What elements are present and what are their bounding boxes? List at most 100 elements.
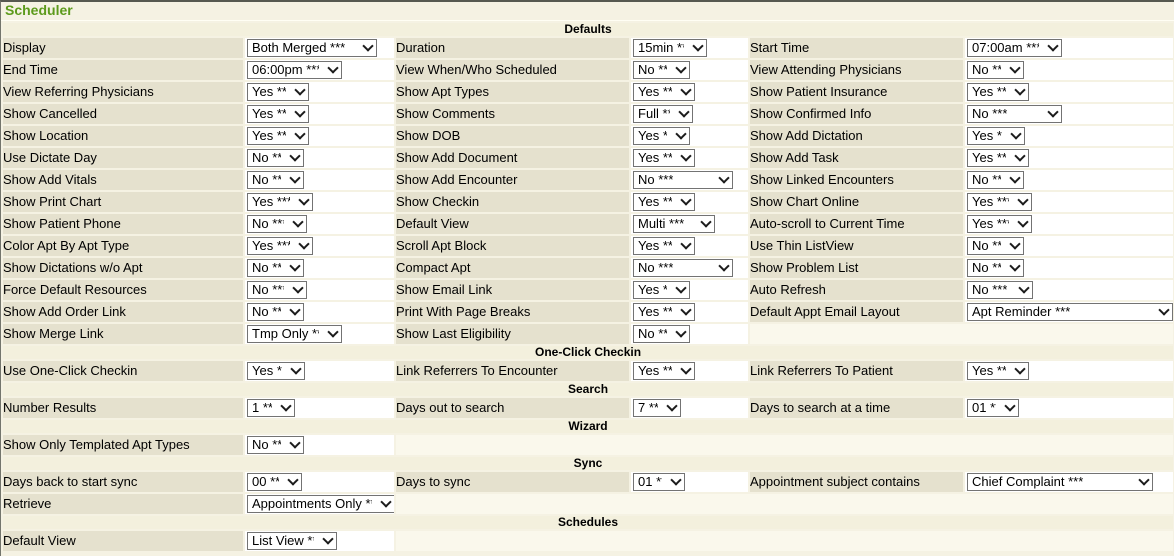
- field-label-show-email-link: Show Email Link: [396, 280, 629, 300]
- chevron-down-icon: [1009, 63, 1020, 74]
- select-default-view[interactable]: List View ***: [247, 532, 337, 550]
- select-show-apt-types[interactable]: Yes ***: [633, 83, 695, 101]
- field-label-show-add-vitals: Show Add Vitals: [3, 170, 243, 190]
- select-show-comments[interactable]: Full ***: [633, 105, 693, 123]
- select-show-problem-list[interactable]: No ***: [967, 259, 1024, 277]
- field-control-cell: No ***: [631, 170, 748, 190]
- select-value: Yes ***: [252, 84, 286, 99]
- select-auto-scroll-to-current-time[interactable]: Yes ***: [967, 215, 1032, 233]
- select-value: No ***: [972, 238, 1001, 253]
- select-duration[interactable]: 15min ***: [633, 39, 707, 57]
- field-control-cell: Tmp Only ***: [245, 324, 394, 344]
- select-show-add-dictation[interactable]: Yes **: [967, 127, 1025, 145]
- select-show-linked-encounters[interactable]: No ***: [967, 171, 1024, 189]
- select-show-checkin[interactable]: Yes ***: [633, 193, 695, 211]
- select-show-add-order-link[interactable]: No ***: [247, 303, 304, 321]
- field-label-days-to-sync: Days to sync: [396, 472, 629, 492]
- select-use-one-click-checkin[interactable]: Yes **: [247, 362, 305, 380]
- select-end-time[interactable]: 06:00pm ***: [247, 61, 342, 79]
- select-show-patient-insurance[interactable]: Yes ***: [967, 83, 1029, 101]
- select-view-when-who-scheduled[interactable]: No ***: [633, 61, 690, 79]
- chevron-down-icon: [294, 107, 305, 118]
- select-days-out-to-search[interactable]: 7 ***: [633, 399, 681, 417]
- chevron-down-icon: [1047, 107, 1058, 118]
- select-value: No ***: [252, 172, 281, 187]
- select-force-default-resources[interactable]: No ***: [247, 281, 307, 299]
- select-default-appt-email-layout[interactable]: Apt Reminder ***: [967, 303, 1173, 321]
- select-show-cancelled[interactable]: Yes ***: [247, 105, 309, 123]
- chevron-down-icon: [680, 364, 691, 375]
- select-link-referrers-to-patient[interactable]: Yes ***: [967, 362, 1029, 380]
- select-show-patient-phone[interactable]: No ***: [247, 215, 307, 233]
- select-days-to-search-at-a-time[interactable]: 01 ***: [967, 399, 1019, 417]
- select-print-with-page-breaks[interactable]: Yes ***: [633, 303, 695, 321]
- select-show-add-task[interactable]: Yes ***: [967, 149, 1029, 167]
- field-control-cell: No ***: [245, 435, 394, 455]
- field-control-cell: 01 ***: [965, 398, 1173, 418]
- scheduler-settings-page: Scheduler DefaultsDisplayBoth Merged ***…: [0, 0, 1174, 556]
- chevron-down-icon: [298, 195, 309, 206]
- chevron-down-icon: [1014, 364, 1025, 375]
- settings-row: Days back to start sync00 ***Days to syn…: [3, 472, 1173, 492]
- field-control-cell: 1 ***: [245, 398, 394, 418]
- select-show-dob[interactable]: Yes **: [633, 127, 690, 145]
- select-retrieve[interactable]: Appointments Only ***: [247, 495, 394, 513]
- field-control-cell: Chief Complaint ***: [965, 472, 1173, 492]
- chevron-down-icon: [1158, 305, 1169, 316]
- select-show-location[interactable]: Yes ***: [247, 127, 309, 145]
- select-color-apt-by-apt-type[interactable]: Yes ***: [247, 237, 313, 255]
- field-label-show-dictations-w-o-apt: Show Dictations w/o Apt: [3, 258, 243, 278]
- select-days-to-sync[interactable]: 01 ***: [633, 473, 685, 491]
- select-show-last-eligibility[interactable]: No ***: [633, 325, 690, 343]
- field-label-default-view: Default View: [3, 531, 243, 551]
- field-label-show-cancelled: Show Cancelled: [3, 104, 243, 124]
- select-show-email-link[interactable]: Yes **: [633, 281, 690, 299]
- select-show-add-document[interactable]: Yes ***: [633, 149, 695, 167]
- select-show-add-encounter[interactable]: No ***: [633, 171, 733, 189]
- select-show-only-templated-apt-types[interactable]: No ***: [247, 436, 304, 454]
- chevron-down-icon: [1018, 283, 1029, 294]
- settings-row: Show Print ChartYes ***Show CheckinYes *…: [3, 192, 1173, 212]
- select-value: Yes ***: [638, 150, 672, 165]
- select-view-attending-physicians[interactable]: No ***: [967, 61, 1024, 79]
- select-value: Appointments Only ***: [252, 496, 372, 511]
- field-control-cell: Both Merged ***: [245, 38, 394, 58]
- select-use-dictate-day[interactable]: No ***: [247, 149, 304, 167]
- select-days-back-to-start-sync[interactable]: 00 ***: [247, 473, 302, 491]
- chevron-down-icon: [287, 475, 298, 486]
- field-label-show-checkin: Show Checkin: [396, 192, 629, 212]
- select-scroll-apt-block[interactable]: Yes ***: [633, 237, 695, 255]
- select-auto-refresh[interactable]: No ***: [967, 281, 1033, 299]
- field-label-retrieve: Retrieve: [3, 494, 243, 514]
- field-label-show-last-eligibility: Show Last Eligibility: [396, 324, 629, 344]
- select-display[interactable]: Both Merged ***: [247, 39, 377, 57]
- field-control-cell: 06:00pm ***: [245, 60, 394, 80]
- chevron-down-icon: [280, 401, 291, 412]
- select-show-print-chart[interactable]: Yes ***: [247, 193, 313, 211]
- settings-row: End Time06:00pm ***View When/Who Schedul…: [3, 60, 1173, 80]
- select-start-time[interactable]: 07:00am ***: [967, 39, 1062, 57]
- field-control-cell: No ***: [965, 236, 1173, 256]
- select-value: No ***: [252, 304, 281, 319]
- select-default-view[interactable]: Multi ***: [633, 215, 715, 233]
- field-label-appointment-subject-contains: Appointment subject contains: [750, 472, 963, 492]
- select-link-referrers-to-encounter[interactable]: Yes ***: [633, 362, 695, 380]
- select-value: No ***: [972, 282, 1007, 297]
- select-use-thin-listview[interactable]: No ***: [967, 237, 1024, 255]
- chevron-down-icon: [1017, 195, 1028, 206]
- field-control-cell: List View ***: [245, 531, 394, 551]
- select-show-merge-link[interactable]: Tmp Only ***: [247, 325, 342, 343]
- chevron-down-icon: [675, 327, 686, 338]
- select-show-dictations-w-o-apt[interactable]: No ***: [247, 259, 304, 277]
- chevron-down-icon: [675, 129, 686, 140]
- select-show-confirmed-info[interactable]: No ***: [967, 105, 1062, 123]
- select-show-add-vitals[interactable]: No ***: [247, 171, 304, 189]
- select-value: Yes **: [638, 282, 667, 297]
- select-show-chart-online[interactable]: Yes ***: [967, 193, 1032, 211]
- select-number-results[interactable]: 1 ***: [247, 399, 295, 417]
- field-control-cell: No ***: [245, 302, 394, 322]
- select-appointment-subject-contains[interactable]: Chief Complaint ***: [967, 473, 1153, 491]
- select-compact-apt[interactable]: No ***: [633, 259, 733, 277]
- select-view-referring-physicians[interactable]: Yes ***: [247, 83, 309, 101]
- chevron-down-icon: [327, 327, 338, 338]
